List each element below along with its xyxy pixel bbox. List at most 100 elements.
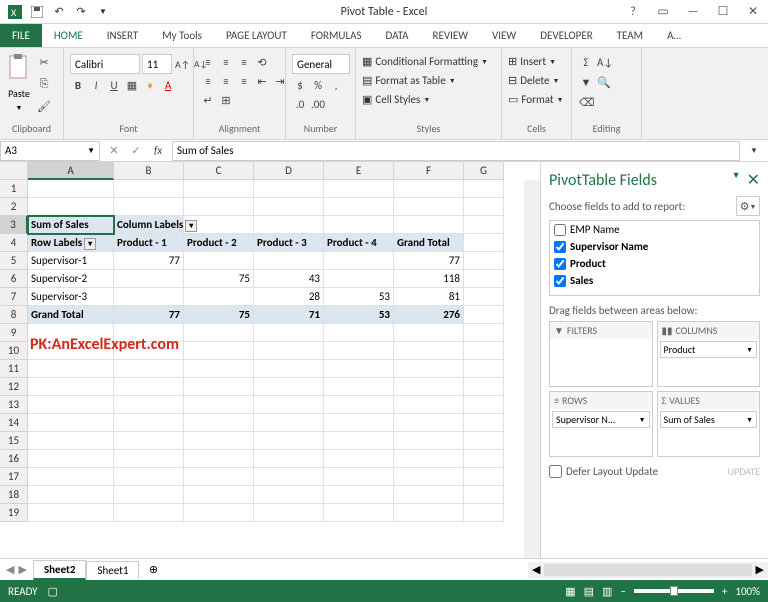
col-header-A[interactable]: A xyxy=(28,162,114,180)
cell[interactable] xyxy=(184,486,254,504)
cell[interactable] xyxy=(114,486,184,504)
cell[interactable]: Supervisor-1 xyxy=(28,252,114,270)
cell[interactable]: 276 xyxy=(394,306,464,324)
tab-file[interactable]: FILE xyxy=(0,24,42,47)
cell[interactable] xyxy=(114,378,184,396)
cell[interactable] xyxy=(28,432,114,450)
cell[interactable]: Product - 4 xyxy=(324,234,394,252)
sheet-nav-first-icon[interactable]: ◀ xyxy=(6,563,14,576)
col-header-E[interactable]: E xyxy=(324,162,394,180)
cell[interactable] xyxy=(394,432,464,450)
tab-view[interactable]: VIEW xyxy=(480,24,528,47)
cell[interactable] xyxy=(394,450,464,468)
cell[interactable] xyxy=(254,342,324,360)
cell[interactable] xyxy=(324,414,394,432)
cell[interactable] xyxy=(324,486,394,504)
clear-icon[interactable]: ⌫ xyxy=(578,94,596,110)
cell[interactable] xyxy=(28,180,114,198)
row-header[interactable]: 1 xyxy=(0,180,28,198)
rows-area[interactable]: ≡ROWS Supervisor N...▼ xyxy=(549,391,653,457)
cell[interactable] xyxy=(28,198,114,216)
row-header[interactable]: 15 xyxy=(0,432,28,450)
field-item[interactable]: Sales xyxy=(550,272,759,289)
row-header[interactable]: 9 xyxy=(0,324,28,342)
row-header[interactable]: 8 xyxy=(0,306,28,324)
cell[interactable] xyxy=(464,288,504,306)
update-button[interactable]: UPDATE xyxy=(728,465,760,478)
cell[interactable] xyxy=(184,198,254,216)
cell[interactable] xyxy=(114,468,184,486)
cell[interactable] xyxy=(254,378,324,396)
cell[interactable] xyxy=(464,468,504,486)
field-item[interactable]: Product xyxy=(550,255,759,272)
cell[interactable] xyxy=(394,342,464,360)
cell[interactable] xyxy=(324,504,394,522)
cell[interactable] xyxy=(254,360,324,378)
tab-insert[interactable]: INSERT xyxy=(95,24,151,47)
cell[interactable] xyxy=(464,378,504,396)
col-header-G[interactable]: G xyxy=(464,162,504,180)
cell[interactable] xyxy=(184,288,254,306)
cell[interactable] xyxy=(28,396,114,414)
cell[interactable] xyxy=(114,414,184,432)
italic-icon[interactable]: I xyxy=(88,77,104,93)
col-header-C[interactable]: C xyxy=(184,162,254,180)
sidepane-dropdown-icon[interactable]: ▼ xyxy=(732,170,741,190)
maximize-icon[interactable]: ☐ xyxy=(708,1,738,23)
cell[interactable]: Row Labels▾ xyxy=(28,234,114,252)
insert-cells-button[interactable]: ⊞Insert▼ xyxy=(508,54,556,69)
cell[interactable] xyxy=(184,216,254,234)
cell[interactable]: 75 xyxy=(184,306,254,324)
zoom-in-icon[interactable]: + xyxy=(722,585,727,598)
cell[interactable] xyxy=(114,360,184,378)
comma-icon[interactable]: , xyxy=(328,77,344,93)
cell[interactable] xyxy=(28,486,114,504)
cell[interactable] xyxy=(324,432,394,450)
row-header[interactable]: 19 xyxy=(0,504,28,522)
cell-styles-button[interactable]: ▣Cell Styles▼ xyxy=(362,92,430,107)
cell[interactable] xyxy=(254,180,324,198)
row-header[interactable]: 10 xyxy=(0,342,28,360)
tab-mytools[interactable]: My Tools xyxy=(150,24,214,47)
row-header[interactable]: 6 xyxy=(0,270,28,288)
cell[interactable] xyxy=(324,198,394,216)
cell[interactable] xyxy=(114,396,184,414)
row-header[interactable]: 14 xyxy=(0,414,28,432)
undo-icon[interactable]: ↶ xyxy=(52,5,66,19)
cell[interactable]: 77 xyxy=(114,306,184,324)
font-size-combo[interactable]: 11 xyxy=(142,54,172,74)
row-header[interactable]: 4 xyxy=(0,234,28,252)
columns-chip[interactable]: Product▼ xyxy=(660,341,758,358)
field-item[interactable]: Supervisor Name xyxy=(550,238,759,255)
format-painter-icon[interactable]: 🖌 xyxy=(36,98,52,114)
cell[interactable] xyxy=(184,378,254,396)
find-icon[interactable]: 🔍 xyxy=(596,74,612,90)
view-normal-icon[interactable]: ▦ xyxy=(565,585,575,598)
help-icon[interactable]: ? xyxy=(618,1,648,23)
cell[interactable] xyxy=(184,180,254,198)
cell[interactable]: Grand Total xyxy=(394,234,464,252)
cell[interactable] xyxy=(394,360,464,378)
filters-area[interactable]: ▼FILTERS xyxy=(549,321,653,387)
enter-formula-icon[interactable]: ✓ xyxy=(128,143,144,159)
tab-developer[interactable]: DEVELOPER xyxy=(528,24,604,47)
cancel-formula-icon[interactable]: ✕ xyxy=(106,143,122,159)
cell[interactable]: Grand Total xyxy=(28,306,114,324)
cell[interactable] xyxy=(28,360,114,378)
cell[interactable] xyxy=(184,414,254,432)
cell[interactable]: Column Labels▾ xyxy=(114,216,184,234)
cell[interactable] xyxy=(324,360,394,378)
cell[interactable] xyxy=(114,450,184,468)
pivot-filter-dropdown[interactable]: ▾ xyxy=(84,238,96,250)
cell[interactable] xyxy=(184,450,254,468)
cell[interactable] xyxy=(324,450,394,468)
gear-icon[interactable]: ⚙▼ xyxy=(736,196,760,216)
cell[interactable]: Sum of Sales xyxy=(28,216,114,234)
fx-icon[interactable]: fx xyxy=(150,143,166,159)
cell[interactable] xyxy=(254,198,324,216)
cell[interactable] xyxy=(28,468,114,486)
fill-color-icon[interactable]: ♦ xyxy=(142,77,158,93)
cell[interactable] xyxy=(254,414,324,432)
cell[interactable] xyxy=(184,252,254,270)
row-header[interactable]: 17 xyxy=(0,468,28,486)
